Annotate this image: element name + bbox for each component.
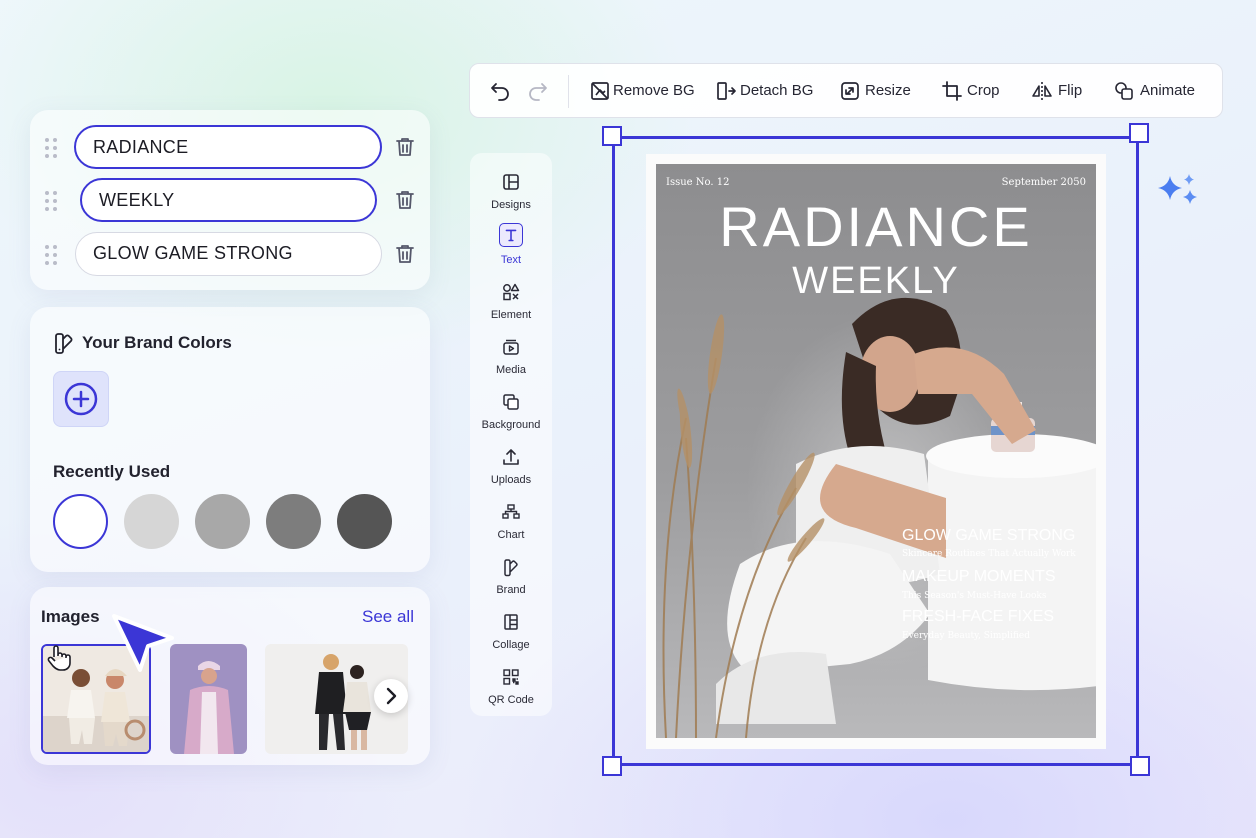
chart-icon [502,504,520,519]
text-layer-input[interactable]: WEEKLY [80,178,377,222]
drag-handle-icon[interactable] [45,191,59,211]
rail-label: Uploads [490,474,532,486]
trash-icon[interactable] [393,135,417,159]
plus-circle-icon [64,382,98,416]
media-icon [503,339,519,355]
flip-button[interactable]: Flip [1058,82,1082,99]
drag-handle-icon[interactable] [45,245,59,265]
arrow-cursor-icon [112,614,174,672]
upload-icon [503,449,519,465]
ai-sparkle-icon [1158,174,1197,204]
add-brand-color-button[interactable] [53,371,109,427]
rail-label: Collage [492,639,530,651]
text-layer-row: GLOW GAME STRONG [30,232,430,278]
rail-item-uploads[interactable]: Uploads [470,445,552,495]
text-layers-panel: RADIANCE WEEKLY GLOW GAME STRONG [30,110,430,290]
color-swatch[interactable] [53,494,108,549]
remove-bg-button[interactable]: Remove BG [613,82,695,99]
color-swatch[interactable] [195,494,250,549]
resize-handle-bottom-right[interactable] [1130,756,1150,776]
rail-label: Brand [496,584,526,596]
rail-label: Designs [491,199,531,211]
color-swatch[interactable] [124,494,179,549]
rail-item-designs[interactable]: Designs [470,170,552,220]
resize-handle-top-right[interactable] [1129,123,1149,143]
rail-label: Background [481,419,541,431]
editor-side-rail: Designs Text Element Media Background Up… [470,153,552,716]
rail-item-background[interactable]: Background [470,390,552,440]
resize-button[interactable]: Resize [865,82,911,99]
resize-icon [841,82,859,100]
image-toolbar: Remove BG Detach BG Resize Crop Flip Ani… [469,63,1223,118]
recently-used-title: Recently Used [53,462,171,481]
drag-handle-icon[interactable] [45,138,59,158]
trash-icon[interactable] [393,242,417,266]
rail-item-media[interactable]: Media [470,335,552,385]
photo-woman-pink-jacket [170,644,247,754]
collage-icon [504,614,518,630]
rail-label: QR Code [488,694,534,706]
rail-item-brand[interactable]: Brand [470,555,552,605]
rail-label: Chart [497,529,525,541]
brand-colors-title: Your Brand Colors [82,333,232,352]
see-all-link[interactable]: See all [362,607,414,627]
brand-colors-panel: Your Brand Colors Recently Used [30,307,430,572]
detach-background-icon [717,82,736,100]
text-layer-row: RADIANCE [30,125,430,171]
crop-button[interactable]: Crop [967,82,1000,99]
toolbar-divider [568,75,569,108]
text-layer-input[interactable]: GLOW GAME STRONG [75,232,382,276]
brand-icon [504,559,518,577]
undo-icon[interactable] [489,80,511,102]
remove-background-icon [591,82,609,100]
color-swatch[interactable] [266,494,321,549]
shapes-icon [503,283,520,301]
detach-bg-button[interactable]: Detach BG [740,82,813,99]
rail-label: Text [500,254,522,266]
resize-handle-top-left[interactable] [602,126,622,146]
rail-item-collage[interactable]: Collage [470,610,552,660]
resize-handle-bottom-left[interactable] [602,756,622,776]
text-icon [499,223,523,247]
text-layer-row: WEEKLY [30,178,430,224]
animate-icon [1115,82,1133,100]
flip-icon [1032,82,1052,100]
brand-palette-icon [55,333,73,354]
crop-icon [942,81,962,101]
animate-button[interactable]: Animate [1140,82,1195,99]
rail-item-chart[interactable]: Chart [470,500,552,550]
background-icon [503,394,519,410]
trash-icon[interactable] [393,188,417,212]
selection-box [612,136,1139,766]
redo-icon[interactable] [527,80,549,102]
rail-item-element[interactable]: Element [470,280,552,330]
images-panel: Images See all [30,587,430,765]
text-layer-input[interactable]: RADIANCE [74,125,382,169]
rail-item-text[interactable]: Text [470,223,552,273]
rail-label: Media [496,364,526,376]
images-title: Images [41,607,100,626]
chevron-right-icon [386,687,397,705]
hand-pointer-icon [47,645,71,671]
rail-item-qr-code[interactable]: QR Code [470,665,552,715]
rail-label: Element [490,309,532,321]
layout-icon [503,174,519,190]
color-swatch[interactable] [337,494,392,549]
next-images-button[interactable] [374,679,408,713]
image-thumbnail[interactable] [170,644,247,754]
qr-code-icon [503,669,519,685]
